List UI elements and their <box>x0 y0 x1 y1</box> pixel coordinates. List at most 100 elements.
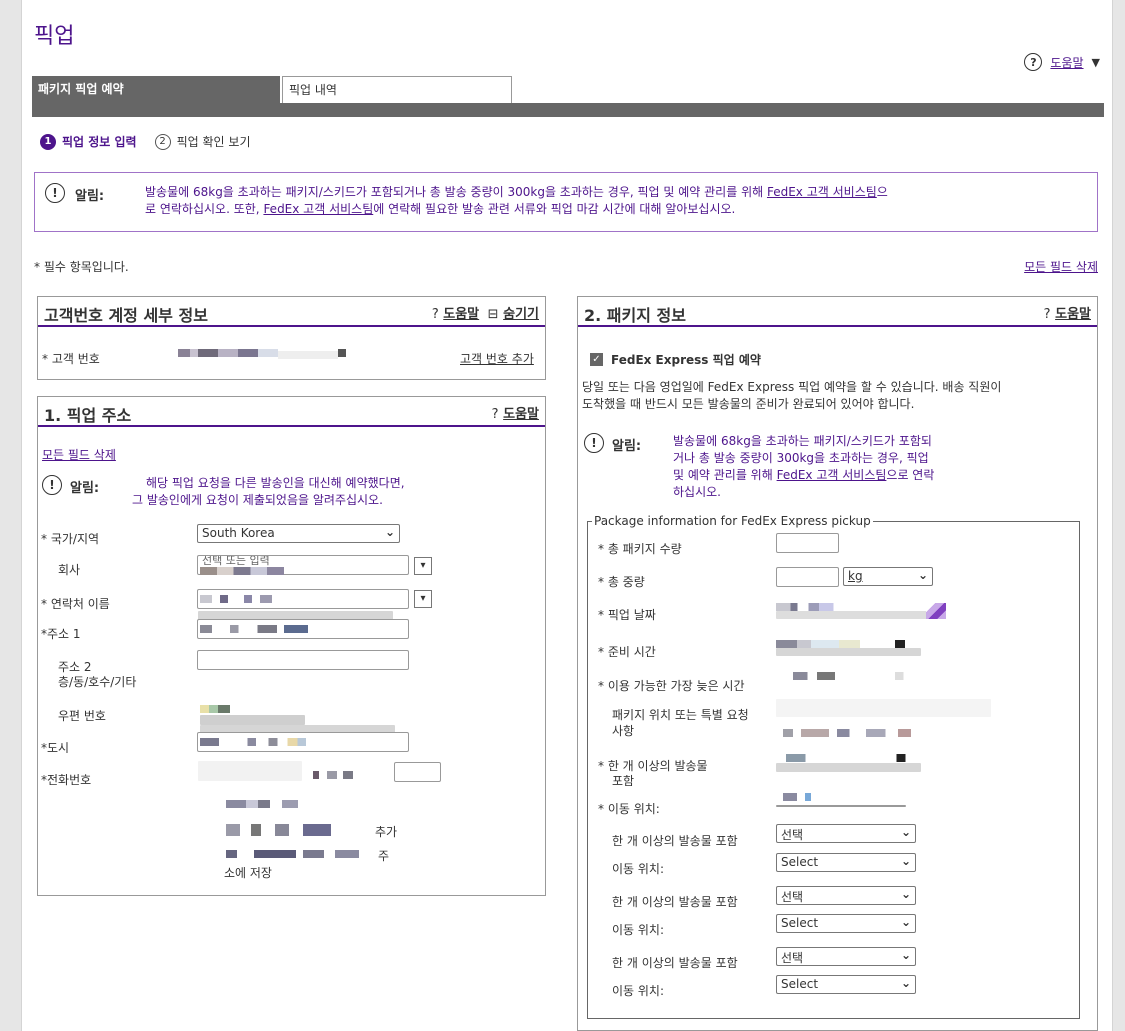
chevron-down-icon: ⌄ <box>917 568 928 582</box>
express-pickup-label: FedEx Express 픽업 예약 <box>611 353 761 367</box>
express-pickup-checkbox[interactable]: ✓ <box>590 353 603 366</box>
latest-time-value <box>793 672 913 680</box>
tab-bar <box>32 103 1104 117</box>
exclamation-icon: ! <box>584 433 604 453</box>
package-panel: 2. 패키지 정보 ? 도움말 ✓ FedEx Express 픽업 예약 당일… <box>577 296 1098 1031</box>
location-label-1: 패키지 위치 또는 특별 요청 <box>612 708 749 722</box>
ready-time-value <box>776 640 916 648</box>
address-clear-all-link[interactable]: 모든 필드 삭제 <box>42 446 116 463</box>
country-select[interactable]: South Korea ⌄ <box>197 524 400 543</box>
account-panel-title: 고객번호 계정 세부 정보 <box>44 306 208 325</box>
address2-input[interactable] <box>197 650 409 670</box>
phone-input-1[interactable] <box>198 761 302 781</box>
move-select-2[interactable]: Select ⌄ <box>776 914 916 933</box>
pickup-address-panel: 1. 픽업 주소 ? 도움말 모든 필드 삭제 ! 알림: 해당 픽업 요청을 … <box>37 396 546 896</box>
account-panel-header: 고객번호 계정 세부 정보 ? 도움말 ⊟ 숨기기 <box>38 297 545 327</box>
triangle-down-icon[interactable]: ▼ <box>1092 56 1100 69</box>
phone-label: *전화번호 <box>41 773 92 787</box>
step-1-icon: 1 <box>40 133 56 150</box>
contains-select-1[interactable]: 선택 ⌄ <box>776 824 916 843</box>
help-menu[interactable]: ? 도움말 ▼ <box>1024 53 1100 71</box>
add-account-link[interactable]: 고객 번호 추가 <box>460 350 534 367</box>
total-weight-input[interactable] <box>776 567 839 587</box>
account-number-value-2 <box>278 351 338 359</box>
total-weight-label: * 총 중량 <box>598 575 645 589</box>
customer-service-link-2[interactable]: FedEx 고객 서비스팀 <box>263 202 373 216</box>
total-packages-input[interactable] <box>776 533 839 553</box>
fragment-add: 추가 <box>375 825 398 839</box>
move-req-value <box>783 793 823 801</box>
help-link[interactable]: 도움말 <box>1050 54 1083 71</box>
phone-ext-input[interactable] <box>394 762 441 782</box>
step-2-icon: 2 <box>154 133 171 150</box>
help-icon: ? <box>1024 53 1043 71</box>
contains-label-3: 한 개 이상의 발송물 포함 <box>612 956 738 970</box>
account-help-link[interactable]: 도움말 <box>443 307 479 322</box>
contains-label-1: 한 개 이상의 발송물 포함 <box>612 834 738 848</box>
chevron-down-icon: ⌄ <box>900 915 911 929</box>
address2-sublabel: 층/동/호수/기타 <box>58 675 137 689</box>
contact-dropdown-button[interactable]: ▾ <box>414 590 432 608</box>
required-note: * 필수 항목입니다. <box>34 260 129 274</box>
calendar-icon[interactable] <box>926 603 946 619</box>
hide-link[interactable]: 숨기기 <box>503 307 539 322</box>
move-req-label: * 이동 위치: <box>598 802 660 816</box>
contains-label-2: 한 개 이상의 발송물 포함 <box>612 895 738 909</box>
page-container: 픽업 ? 도움말 ▼ 패키지 픽업 예약 픽업 내역 1 픽업 정보 입력 2 … <box>21 0 1113 1031</box>
company-label: 회사 <box>58 563 81 577</box>
contains-req-value <box>786 754 916 762</box>
country-label: * 국가/지역 <box>41 532 100 546</box>
move-select-3[interactable]: Select ⌄ <box>776 975 916 994</box>
company-dropdown-button[interactable]: ▾ <box>414 557 432 575</box>
help-circle-icon: ? <box>431 307 439 322</box>
location-input[interactable] <box>776 699 991 717</box>
move-select-1[interactable]: Select ⌄ <box>776 853 916 872</box>
customer-service-link-1[interactable]: FedEx 고객 서비스팀 <box>767 185 877 199</box>
account-number-value <box>178 349 278 357</box>
tab-schedule-pickup[interactable]: 패키지 픽업 예약 <box>32 76 280 103</box>
chevron-down-icon: ⌄ <box>900 854 911 868</box>
exclamation-icon: ! <box>45 183 65 203</box>
total-packages-label: * 총 패키지 수량 <box>598 542 682 556</box>
contains-select-2[interactable]: 선택 ⌄ <box>776 886 916 905</box>
address-alert-text: 해당 픽업 요청을 다른 발송인을 대신해 예약했다면, 그 발송인에게 요청이… <box>132 476 405 507</box>
chevron-down-icon: ⌄ <box>900 825 911 839</box>
chevron-down-icon: ⌄ <box>900 976 911 990</box>
location-label-2: 사항 <box>612 724 635 738</box>
top-alert: ! 알림: 발송물에 68kg을 초과하는 패키지/스키드가 포함되거나 총 발… <box>34 172 1098 232</box>
help-circle-icon: ? <box>1043 307 1051 322</box>
move-label-1: 이동 위치: <box>612 862 665 876</box>
city-label: *도시 <box>41 741 70 755</box>
address1-label: *주소 1 <box>41 627 81 641</box>
pickup-address-header: 1. 픽업 주소 ? 도움말 <box>38 397 545 427</box>
step-2-label: 픽업 확인 보기 <box>176 135 251 149</box>
clear-all-link[interactable]: 모든 필드 삭제 <box>1024 258 1098 275</box>
chevron-down-icon: ⌄ <box>384 525 395 539</box>
top-alert-text: 발송물에 68kg을 초과하는 패키지/스키드가 포함되거나 총 발송 중량이 … <box>145 185 888 216</box>
package-info-legend: Package information for FedEx Express pi… <box>594 514 871 528</box>
package-alert-label: 알림: <box>612 439 642 454</box>
account-panel: 고객번호 계정 세부 정보 ? 도움말 ⊟ 숨기기 * 고객 번호 고객 번호 … <box>37 296 546 380</box>
top-alert-label: 알림: <box>75 189 105 204</box>
package-panel-title: 2. 패키지 정보 <box>584 306 686 325</box>
location-value <box>783 729 911 737</box>
pickup-address-title: 1. 픽업 주소 <box>44 406 132 425</box>
weight-unit-select[interactable]: kg ⌄ <box>843 567 933 586</box>
package-help-link[interactable]: 도움말 <box>1055 307 1091 322</box>
fragment-ju: 주 <box>378 849 390 863</box>
contains-select-3[interactable]: 선택 ⌄ <box>776 947 916 966</box>
latest-time-label: * 이용 가능한 가장 늦은 시간 <box>598 679 745 693</box>
page-title: 픽업 <box>34 24 75 49</box>
step-indicator: 1 픽업 정보 입력 2 픽업 확인 보기 <box>40 133 250 150</box>
postal-code-value <box>200 705 230 713</box>
pickup-address-help-link[interactable]: 도움말 <box>503 407 539 422</box>
tab-pickup-history[interactable]: 픽업 내역 <box>282 76 512 103</box>
express-pickup-description: 당일 또는 다음 영업일에 FedEx Express 픽업 예약을 할 수 있… <box>582 380 1002 411</box>
package-customer-service-link[interactable]: FedEx 고객 서비스팀 <box>777 468 887 482</box>
help-circle-icon: ? <box>491 407 499 422</box>
pickup-date-value <box>776 603 848 611</box>
fragment-save: 소에 저장 <box>224 866 272 880</box>
collapse-icon[interactable]: ⊟ <box>488 307 499 322</box>
package-panel-header: 2. 패키지 정보 ? 도움말 <box>578 297 1097 327</box>
chevron-down-icon: ⌄ <box>900 948 911 962</box>
